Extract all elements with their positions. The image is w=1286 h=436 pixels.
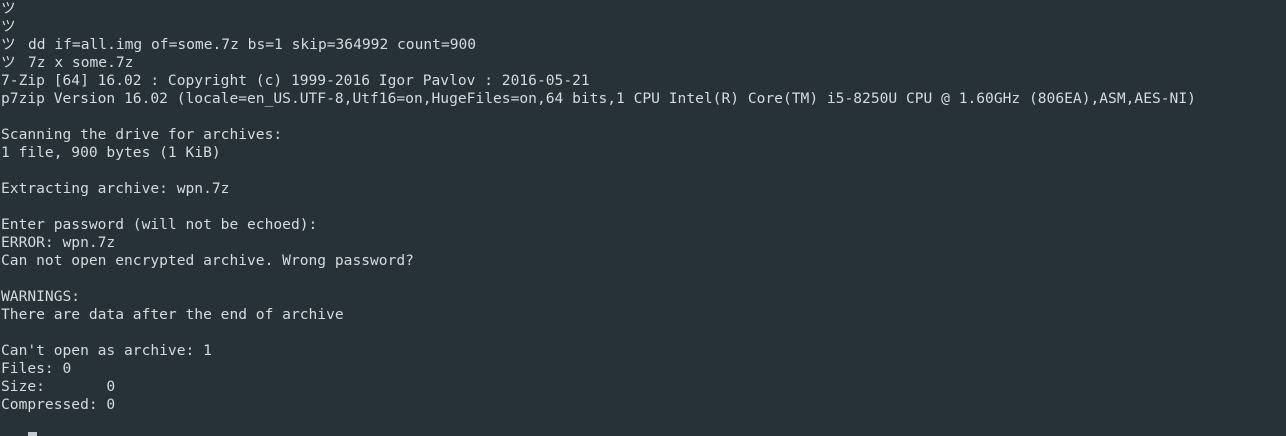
output-line: Size: 0 [1,378,116,395]
output-line: Compressed: 0 [1,396,116,413]
prompt-line: ツ dd if=all.img of=some.7z bs=1 skip=3649… [1,36,1196,54]
output-line: Can not open encrypted archive. Wrong pa… [1,252,414,269]
output-line: Files: 0 [1,360,72,377]
prompt-line: ツ 7z x some.7z [1,54,1196,72]
prompt-symbol: ツ [1,36,16,53]
output-line: Can't open as archive: 1 [1,342,212,359]
output-line: WARNINGS: [1,288,81,305]
command-text: dd if=all.img of=some.7z bs=1 skip=36499… [28,36,477,53]
terminal-cursor [28,432,37,436]
output-line: Scanning the drive for archives: [1,126,283,143]
terminal-window[interactable]: ツ ツ ツ dd if=all.img of=some.7z bs=1 skip=… [0,0,1286,436]
output-line: There are data after the end of archive [1,306,344,323]
output-line: p7zip Version 16.02 (locale=en_US.UTF-8,… [1,90,1196,107]
prompt-line: ツ [1,18,1196,36]
terminal-output: ツ ツ ツ dd if=all.img of=some.7z bs=1 skip=… [1,0,1196,414]
output-line: 1 file, 900 bytes (1 KiB) [1,144,221,161]
output-line: Enter password (will not be echoed): [1,216,318,233]
prompt-symbol: ツ [1,0,16,17]
command-text: 7z x some.7z [28,54,134,71]
output-line: 7-Zip [64] 16.02 : Copyright (c) 1999-20… [1,72,590,89]
output-line: Extracting archive: wpn.7z [1,180,230,197]
prompt-line: ツ [1,0,1196,18]
prompt-symbol: ツ [1,54,16,71]
prompt-symbol: ツ [1,18,16,35]
output-line: ERROR: wpn.7z [1,234,116,251]
